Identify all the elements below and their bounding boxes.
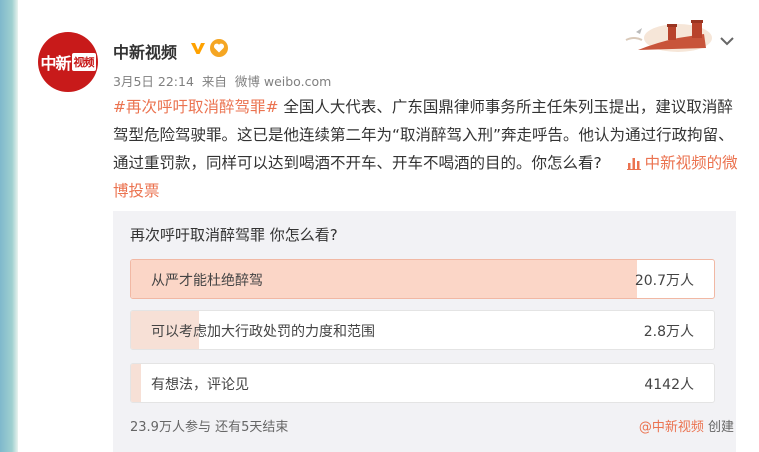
poll-option-count: 2.8万人 <box>643 324 694 340</box>
vip-heart-icon[interactable] <box>210 39 228 57</box>
poll-title: 再次呼吁取消醉驾罪 你怎么看? <box>130 226 338 244</box>
poll-creator-suffix: 创建 <box>707 420 734 435</box>
poll-stats: 23.9万人参与 还有5天结束 <box>130 416 288 435</box>
poll-participants: 23.9万人参与 <box>130 420 211 435</box>
great-wall-decoration <box>625 20 712 52</box>
weibo-post-card: 中新 视频 中新视频 3月5日 22:14 来自 微博 weibo.com #再… <box>18 0 759 452</box>
post-meta: 3月5日 22:14 来自 微博 weibo.com <box>113 71 335 90</box>
avatar[interactable]: 中新 视频 <box>38 32 98 92</box>
poll-card: 再次呼吁取消醉驾罪 你怎么看? 从严才能杜绝醉驾 20.7万人 可以考虑加大行政… <box>113 211 736 452</box>
author-badges <box>189 39 228 57</box>
avatar-logo: 中新 视频 <box>40 50 96 74</box>
poll-option[interactable]: 从严才能杜绝醉驾 20.7万人 <box>130 259 715 299</box>
verified-v-icon[interactable] <box>189 39 207 57</box>
poll-remaining: 还有5天结束 <box>215 420 289 435</box>
poll-option-bar <box>131 364 141 402</box>
post-text: #再次呼吁取消醉驾罪# 全国人大代表、广东国鼎律师事务所主任朱列玉提出，建议取消… <box>113 93 743 205</box>
chevron-down-icon[interactable] <box>716 30 738 52</box>
poll-option-label: 可以考虑加大行政处罚的力度和范围 <box>151 324 375 340</box>
poll-option[interactable]: 有想法，评论见 4142人 <box>130 363 715 403</box>
avatar-logo-text: 中新 <box>40 54 71 73</box>
poll-option-label: 从严才能杜绝醉驾 <box>151 273 263 289</box>
author-name[interactable]: 中新视频 <box>113 39 177 63</box>
post-date[interactable]: 3月5日 22:14 <box>113 74 194 89</box>
avatar-logo-boxed-text: 视频 <box>71 53 96 71</box>
post-source-prefix: 来自 <box>201 74 227 89</box>
poll-option-count: 20.7万人 <box>634 273 694 289</box>
poll-option-count: 4142人 <box>644 377 694 393</box>
poll-creator-line: @中新视频 创建 <box>639 416 734 435</box>
poll-creator-link[interactable]: @中新视频 <box>639 420 704 435</box>
poll-chart-icon <box>626 158 641 170</box>
poll-option-label: 有想法，评论见 <box>151 377 249 393</box>
hashtag-link[interactable]: #再次呼吁取消醉驾罪# <box>113 98 278 116</box>
post-source: 微博 weibo.com <box>234 74 332 89</box>
poll-option[interactable]: 可以考虑加大行政处罚的力度和范围 2.8万人 <box>130 310 715 350</box>
